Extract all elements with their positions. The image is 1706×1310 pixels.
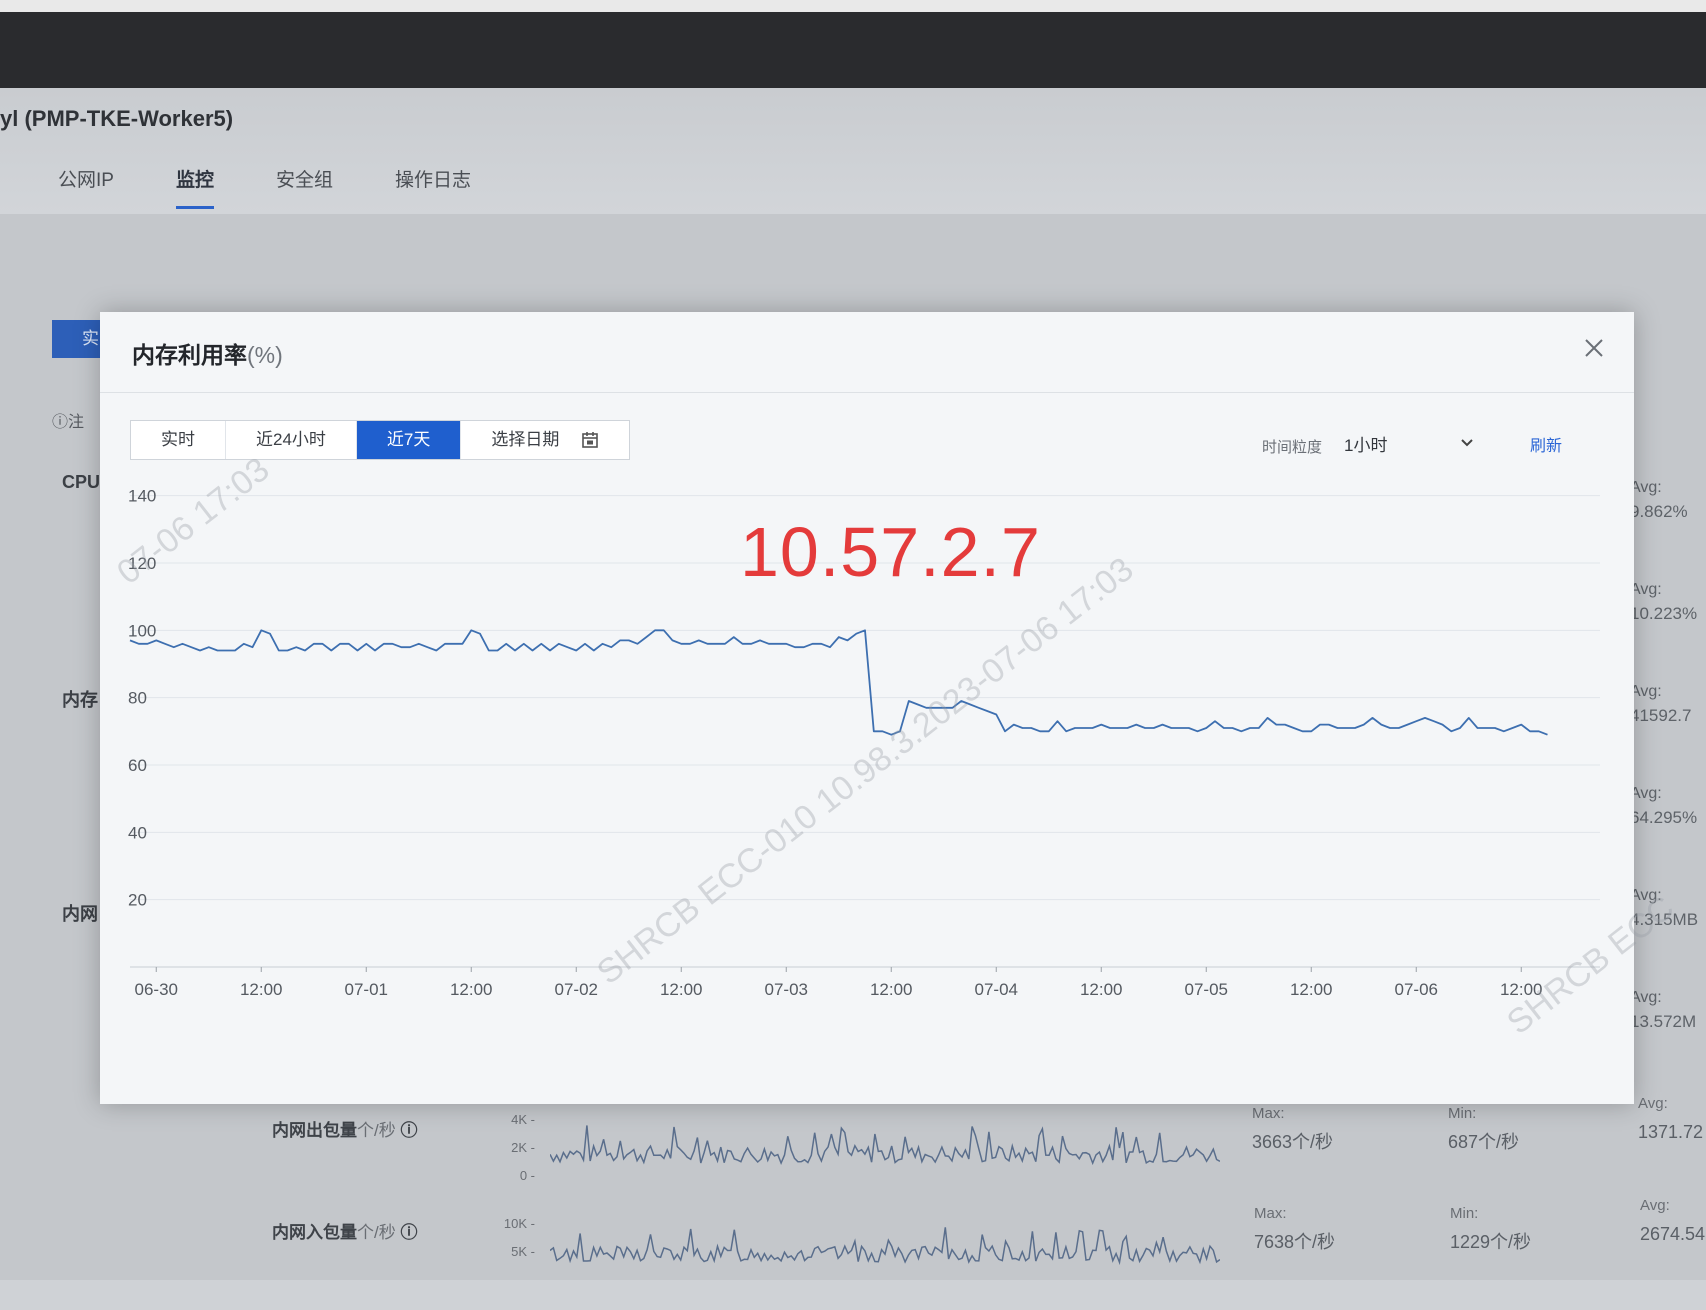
- memory-usage-series-line: [129, 629, 1548, 736]
- chevron-down-icon: [1461, 439, 1473, 447]
- close-icon[interactable]: [1582, 336, 1606, 360]
- avg-stat: Avg: 2674.54: [1640, 1197, 1706, 1244]
- packets-out-sparkline: [550, 1125, 1220, 1166]
- browser-top-bar: [0, 0, 1706, 88]
- intranet-label: 内网: [62, 904, 98, 924]
- min-stat: Min: 687个/秒: [1448, 1105, 1520, 1152]
- y-tick-label: 100: [128, 621, 156, 640]
- memory-label: 内存: [62, 690, 98, 710]
- cpu-label: CPU: [62, 472, 101, 492]
- granularity-label: 时间粒度: [1262, 439, 1323, 456]
- avg-stat: Avg: 9.862%: [1630, 479, 1688, 521]
- detail-tabs: 公网IP 监控 安全组 操作日志: [58, 165, 533, 209]
- row-name: 内网入包量个/秒 ⓘ: [272, 1223, 418, 1242]
- min-stat: Min: 1229个/秒: [1450, 1205, 1532, 1252]
- tab-security-group[interactable]: 安全组: [276, 165, 333, 209]
- avg-stat: Avg: 10.223%: [1630, 581, 1698, 623]
- range-7d-button[interactable]: 近7天: [356, 421, 462, 459]
- x-tick-label: 12:00: [1290, 980, 1333, 999]
- granularity-select[interactable]: 1小时: [1344, 428, 1474, 458]
- ip-overlay-text: 10.57.2.7: [740, 513, 1041, 591]
- y-tick-label: 40: [128, 823, 147, 842]
- avg-stat: Avg: 13.572M: [1630, 989, 1697, 1031]
- x-tick-label: 12:00: [240, 980, 283, 999]
- avg-stat: Avg: 64.295%: [1630, 785, 1698, 827]
- memory-usage-modal: 内存利用率(%) 实时 近24小时 近7天 选择日期 时间粒度 1小时 刷新 2…: [100, 312, 1681, 1104]
- row-ticks: 10K -5K -: [503, 1216, 535, 1259]
- packets-in-row: 内网入包量个/秒 ⓘ 10K -5K - Max: 7638个/秒 Min: 122…: [240, 1197, 1706, 1310]
- max-stat: Max: 3663个/秒: [1252, 1105, 1334, 1152]
- range-realtime-button[interactable]: 实时: [131, 421, 226, 459]
- x-tick-label: 07-06: [1395, 980, 1438, 999]
- x-tick-label: 07-04: [975, 980, 1018, 999]
- avg-stat: Avg: 41592.7: [1630, 683, 1692, 725]
- x-tick-label: 12:00: [1500, 980, 1543, 999]
- select-date-label: 选择日期: [491, 430, 560, 449]
- tab-operation-log[interactable]: 操作日志: [395, 165, 471, 209]
- avg-stat: Avg: 1371.72: [1638, 1095, 1704, 1142]
- y-tick-label: 20: [128, 891, 147, 910]
- x-tick-label: 12:00: [1080, 980, 1123, 999]
- x-tick-label: 07-03: [765, 980, 808, 999]
- tab-public-ip[interactable]: 公网IP: [58, 165, 114, 209]
- info-icon[interactable]: ⓘ: [400, 1121, 417, 1140]
- x-tick-label: 12:00: [870, 980, 913, 999]
- x-tick-label: 12:00: [450, 980, 493, 999]
- tab-monitoring[interactable]: 监控: [175, 165, 214, 209]
- max-stat: Max: 7638个/秒: [1254, 1205, 1336, 1252]
- calendar-icon: [582, 432, 599, 448]
- x-tick-label: 07-02: [555, 980, 598, 999]
- y-tick-label: 140: [128, 487, 156, 506]
- packets-in-sparkline: [550, 1227, 1220, 1266]
- x-tick-label: 12:00: [660, 980, 703, 999]
- x-tick-label: 07-01: [345, 980, 388, 999]
- x-tick-label: 07-05: [1185, 980, 1228, 999]
- note-label: ⓘ注: [52, 414, 85, 431]
- row-ticks: 4K -2K -0 -: [511, 1112, 535, 1183]
- time-range-selector: 实时 近24小时 近7天 选择日期: [130, 420, 631, 460]
- y-tick-label: 120: [128, 554, 156, 573]
- refresh-link[interactable]: 刷新: [1530, 432, 1562, 456]
- avg-stat: Avg: 4.315MB: [1630, 887, 1699, 929]
- y-tick-label: 60: [128, 756, 147, 775]
- granularity-value: 1小时: [1344, 435, 1388, 455]
- info-icon[interactable]: ⓘ: [400, 1223, 417, 1242]
- instance-title: yl (PMP-TKE-Worker5): [0, 106, 234, 131]
- select-date-button[interactable]: 选择日期: [461, 421, 629, 459]
- row-name: 内网出包量个/秒 ⓘ: [272, 1121, 418, 1140]
- x-tick-label: 06-30: [135, 980, 178, 999]
- range-24h-button[interactable]: 近24小时: [226, 421, 357, 459]
- modal-title: 内存利用率(%): [132, 342, 283, 368]
- modal-divider: [100, 392, 1634, 393]
- packets-out-row: 内网出包量个/秒 ⓘ 4K -2K -0 - Max: 3663个/秒 Min: 6…: [240, 1095, 1706, 1206]
- y-tick-label: 80: [128, 689, 147, 708]
